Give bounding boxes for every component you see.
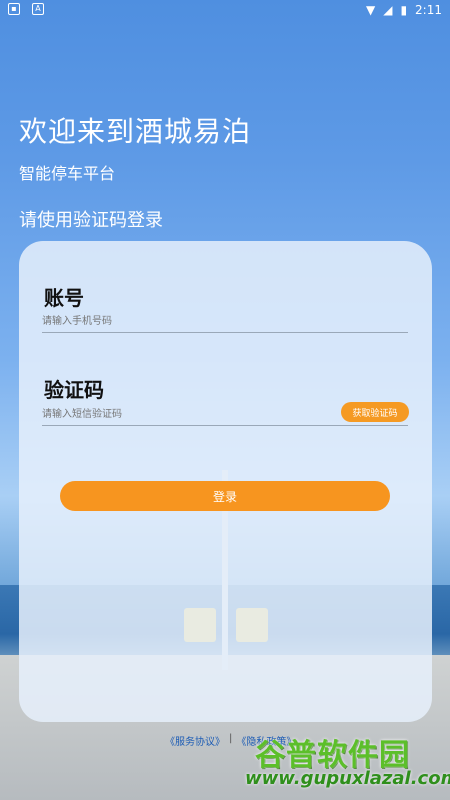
page-subtitle: 智能停车平台 <box>19 164 116 183</box>
sim-icon: ◢ <box>383 3 393 17</box>
login-button[interactable]: 登录 <box>60 481 390 511</box>
page-title: 欢迎来到酒城易泊 <box>19 115 252 148</box>
phone-input[interactable] <box>42 310 408 333</box>
service-agreement-link[interactable]: 《服务协议》 <box>165 733 225 748</box>
get-code-button[interactable]: 获取验证码 <box>341 402 409 422</box>
watermark-url: www.gupuxlazal.com <box>245 768 450 789</box>
watermark-logo: 谷普软件园 www.gupuxlazal.com <box>245 730 450 796</box>
footer-separator: | <box>229 733 233 744</box>
status-bar: ▪ A ▼ ◢ ▮ 2:11 <box>0 0 450 20</box>
login-hint: 请使用验证码登录 <box>19 210 163 231</box>
status-time: 2:11 <box>415 3 442 17</box>
battery-icon: ▮ <box>400 3 408 17</box>
code-label: 验证码 <box>44 378 104 402</box>
wifi-icon: ▼ <box>365 3 376 17</box>
account-label: 账号 <box>44 286 84 310</box>
notification-icon: ▪ <box>8 3 20 15</box>
app-a-icon: A <box>32 3 44 15</box>
